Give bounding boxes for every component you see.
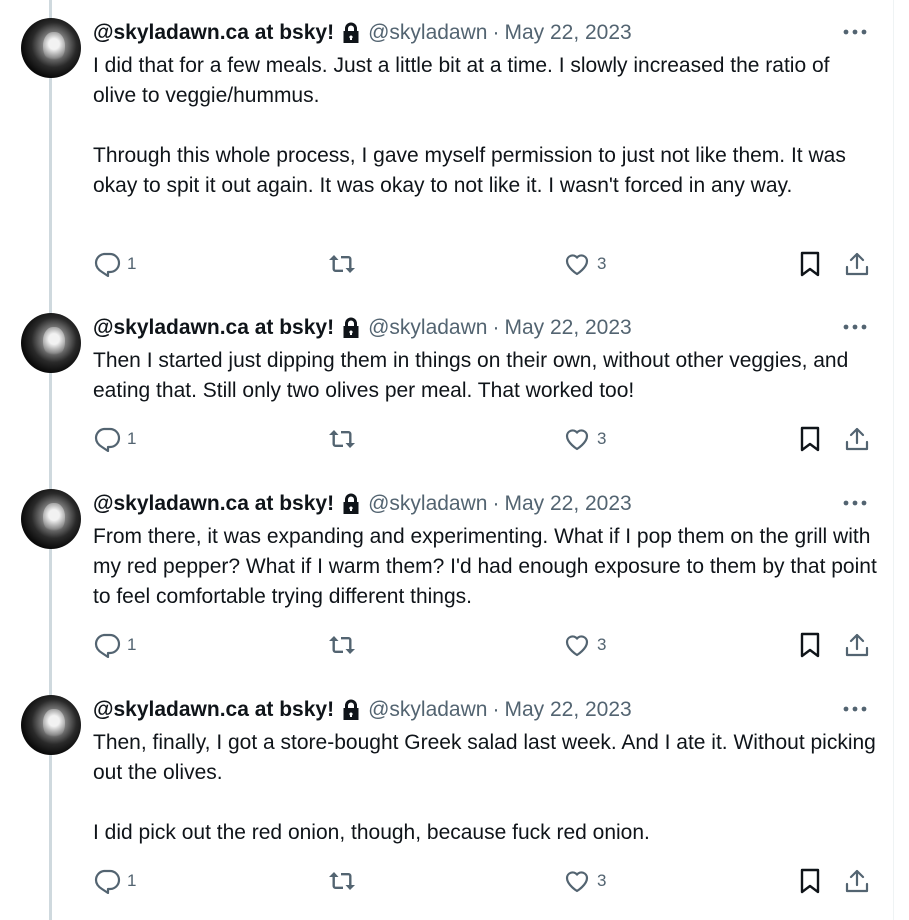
display-name[interactable]: @skyladawn.ca at bsky! [93, 698, 334, 722]
tweet-text: Then, finally, I got a store-bought Gree… [93, 728, 878, 848]
reply-icon [94, 869, 121, 894]
bookmark-button[interactable] [798, 866, 822, 896]
tweet[interactable]: @skyladawn.ca at bsky! @skyladawn · May … [0, 313, 893, 473]
tweet-text: From there, it was expanding and experim… [93, 522, 878, 612]
timestamp[interactable]: May 22, 2023 [504, 492, 631, 516]
more-icon[interactable] [842, 699, 868, 719]
bookmark-button[interactable] [798, 424, 822, 454]
retweet-button[interactable] [327, 630, 357, 660]
share-icon [845, 633, 869, 657]
share-button[interactable] [843, 630, 871, 660]
avatar[interactable] [21, 313, 81, 373]
like-button[interactable]: 3 [563, 866, 606, 896]
tweet-text: I did that for a few meals. Just a littl… [93, 51, 878, 201]
separator: · [492, 492, 500, 515]
reply-count: 1 [127, 254, 137, 273]
share-button[interactable] [843, 424, 871, 454]
column-border [893, 0, 894, 920]
action-bar: 1 3 [0, 249, 893, 279]
retweet-button[interactable] [327, 424, 357, 454]
separator: · [492, 316, 500, 339]
reply-icon [94, 252, 121, 277]
bookmark-icon [800, 251, 820, 277]
tweet-paragraph: I did pick out the red onion, though, be… [93, 821, 650, 844]
reply-button[interactable]: 1 [93, 866, 136, 896]
avatar[interactable] [21, 489, 81, 549]
like-button[interactable]: 3 [563, 630, 606, 660]
timestamp[interactable]: May 22, 2023 [504, 698, 631, 722]
lock-icon [343, 22, 359, 43]
retweet-icon [329, 872, 355, 890]
reply-icon [94, 427, 121, 452]
bookmark-icon [800, 868, 820, 894]
bookmark-icon [800, 632, 820, 658]
tweet[interactable]: @skyladawn.ca at bsky! @skyladawn · May … [0, 489, 893, 679]
more-icon[interactable] [842, 317, 868, 337]
lock-icon [343, 317, 359, 338]
display-name[interactable]: @skyladawn.ca at bsky! [93, 21, 334, 45]
tweet-header: @skyladawn.ca at bsky! @skyladawn · May … [93, 489, 879, 519]
share-icon [845, 427, 869, 451]
reply-count: 1 [127, 635, 137, 654]
tweet-paragraph: Then, finally, I got a store-bought Gree… [93, 731, 876, 784]
avatar[interactable] [21, 18, 81, 78]
like-count: 3 [597, 429, 607, 448]
bookmark-button[interactable] [798, 249, 822, 279]
share-icon [845, 869, 869, 893]
like-icon [565, 871, 589, 893]
reply-button[interactable]: 1 [93, 249, 136, 279]
share-button[interactable] [843, 249, 871, 279]
like-icon [565, 429, 589, 451]
tweet-header: @skyladawn.ca at bsky! @skyladawn · May … [93, 313, 879, 343]
retweet-button[interactable] [327, 249, 357, 279]
display-name[interactable]: @skyladawn.ca at bsky! [93, 316, 334, 340]
lock-icon [343, 699, 359, 720]
like-count: 3 [597, 871, 607, 890]
reply-button[interactable]: 1 [93, 630, 136, 660]
more-icon[interactable] [842, 22, 868, 42]
tweet-header: @skyladawn.ca at bsky! @skyladawn · May … [93, 695, 879, 725]
tweet-text: Then I started just dipping them in thin… [93, 346, 878, 406]
like-button[interactable]: 3 [563, 424, 606, 454]
handle[interactable]: @skyladawn [368, 492, 487, 516]
handle[interactable]: @skyladawn [368, 316, 487, 340]
separator: · [492, 698, 500, 721]
retweet-button[interactable] [327, 866, 357, 896]
tweet-paragraph: I did that for a few meals. Just a littl… [93, 54, 830, 107]
reply-count: 1 [127, 871, 137, 890]
retweet-icon [329, 636, 355, 654]
lock-icon [343, 493, 359, 514]
tweet[interactable]: @skyladawn.ca at bsky! @skyladawn · May … [0, 695, 893, 915]
handle[interactable]: @skyladawn [368, 21, 487, 45]
avatar[interactable] [21, 695, 81, 755]
separator: · [492, 21, 500, 44]
like-icon [565, 254, 589, 276]
display-name[interactable]: @skyladawn.ca at bsky! [93, 492, 334, 516]
handle[interactable]: @skyladawn [368, 698, 487, 722]
reply-icon [94, 633, 121, 658]
reply-button[interactable]: 1 [93, 424, 136, 454]
retweet-icon [329, 430, 355, 448]
like-icon [565, 635, 589, 657]
retweet-icon [329, 255, 355, 273]
like-button[interactable]: 3 [563, 249, 606, 279]
like-count: 3 [597, 254, 607, 273]
timestamp[interactable]: May 22, 2023 [504, 316, 631, 340]
tweet-paragraph: Through this whole process, I gave mysel… [93, 144, 846, 197]
more-icon[interactable] [842, 493, 868, 513]
action-bar: 1 3 [0, 630, 893, 660]
tweet[interactable]: @skyladawn.ca at bsky! @skyladawn · May … [0, 18, 893, 288]
tweet-paragraph: Then I started just dipping them in thin… [93, 349, 849, 402]
reply-count: 1 [127, 429, 137, 448]
tweet-header: @skyladawn.ca at bsky! @skyladawn · May … [93, 18, 879, 48]
action-bar: 1 3 [0, 424, 893, 454]
action-bar: 1 3 [0, 866, 893, 896]
share-button[interactable] [843, 866, 871, 896]
timestamp[interactable]: May 22, 2023 [504, 21, 631, 45]
bookmark-icon [800, 426, 820, 452]
tweet-paragraph: From there, it was expanding and experim… [93, 525, 877, 608]
share-icon [845, 252, 869, 276]
bookmark-button[interactable] [798, 630, 822, 660]
like-count: 3 [597, 635, 607, 654]
